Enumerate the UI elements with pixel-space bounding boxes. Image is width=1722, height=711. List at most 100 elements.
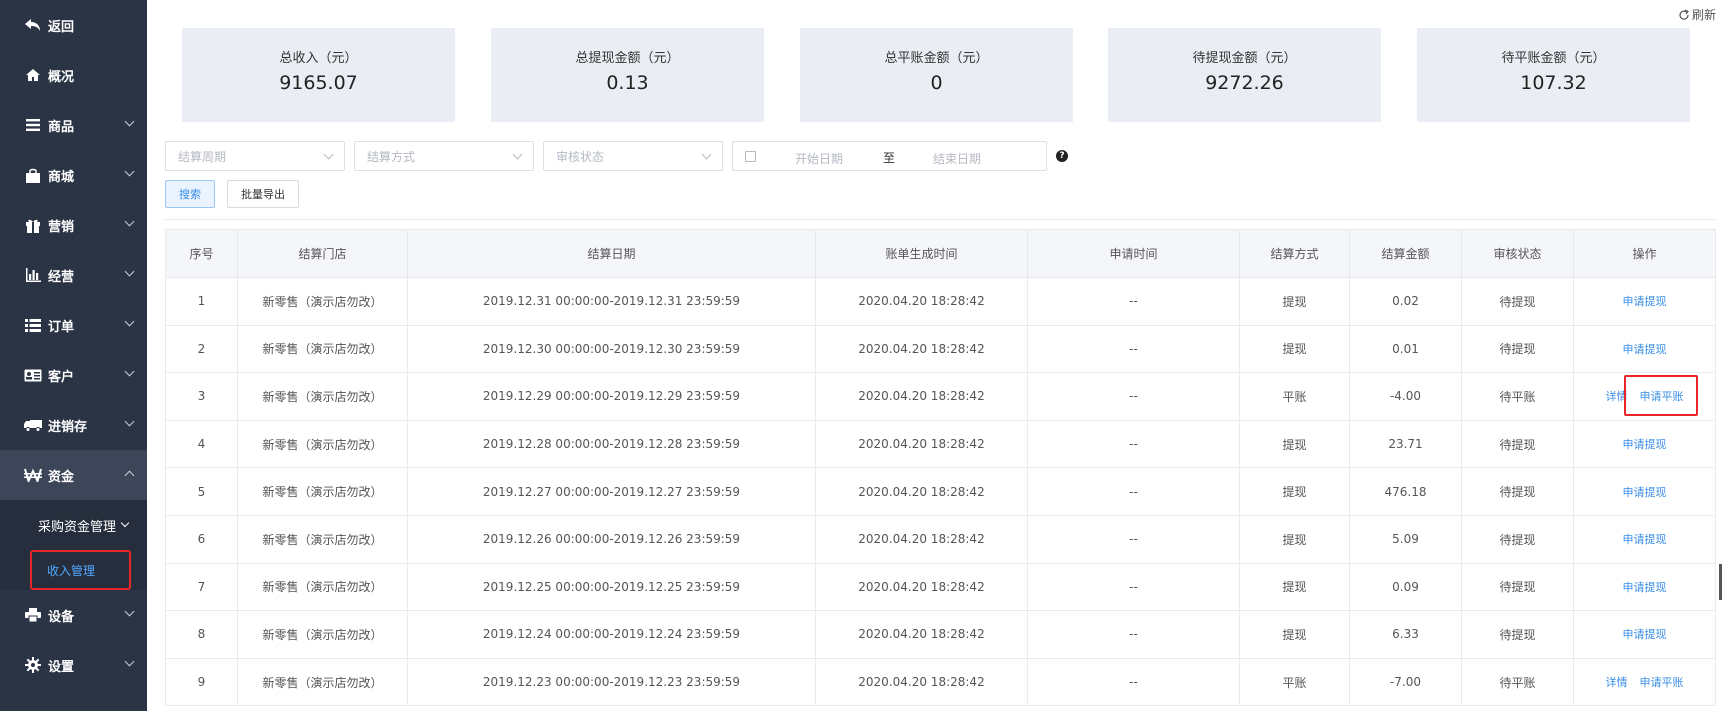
cell-no: 1 [165,277,238,326]
nav-goods[interactable]: 商品 [0,100,147,150]
cell-period: 2019.12.24 00:00:00-2019.12.24 23:59:59 [407,610,816,659]
cell-amount: 0.09 [1349,562,1462,612]
funds-submenu: 采购资金管理 收入管理 [0,500,147,590]
refresh-button[interactable]: 刷新 [1678,6,1716,23]
cell-created: 2020.04.20 18:28:42 [815,372,1028,421]
nav-settings[interactable]: 设置 [0,640,147,690]
nav-marketing-label: 营销 [48,219,75,235]
cell-amount: 476.18 [1349,467,1462,516]
cell-store: 新零售（演示店勿改） [237,467,408,516]
settlement-period-select[interactable]: 结算周期 [165,141,345,171]
nav-devices[interactable]: 设备 [0,590,147,640]
truck-icon [22,417,44,433]
date-range-picker[interactable]: 开始日期 至 结束日期 [732,141,1047,171]
column-header: 审核状态 [1461,229,1574,278]
table-row: 5 新零售（演示店勿改） 2019.12.27 00:00:00-2019.12… [165,467,1716,516]
apply-withdraw-link[interactable]: 申请提现 [1623,295,1667,308]
cell-store: 新零售（演示店勿改） [237,657,408,707]
nav-overview-label: 概况 [48,69,75,85]
cell-actions: 申请提现 [1573,514,1716,564]
nav-mall[interactable]: 商城 [0,150,147,200]
detail-link[interactable]: 详情 [1606,390,1628,403]
cell-amount: -7.00 [1349,657,1462,707]
table-row: 3 新零售（演示店勿改） 2019.12.29 00:00:00-2019.12… [165,372,1716,421]
cell-applied: -- [1027,277,1240,326]
audit-status-select[interactable]: 审核状态 [543,141,723,171]
nav-overview[interactable]: 概况 [0,50,147,100]
cell-method: 平账 [1239,372,1350,421]
cell-created: 2020.04.20 18:28:42 [815,467,1028,516]
table-row: 9 新零售（演示店勿改） 2019.12.23 00:00:00-2019.12… [165,657,1716,707]
settlement-method-placeholder: 结算方式 [367,149,416,164]
table-header-row: 序号 结算门店 结算日期 账单生成时间 申请时间 结算方式 结算金额 审核状态 … [165,229,1716,278]
cell-applied: -- [1027,610,1240,659]
nav-business-label: 经营 [48,269,75,285]
nav-orders[interactable]: 订单 [0,300,147,350]
apply-withdraw-link[interactable]: 申请提现 [1623,581,1667,594]
stat-value: 0 [930,72,943,94]
cell-no: 3 [165,372,238,421]
cell-store: 新零售（演示店勿改） [237,562,408,612]
cell-method: 提现 [1239,277,1350,326]
cell-no: 6 [165,514,238,564]
nav-customers-label: 客户 [48,369,75,385]
cell-status: 待提现 [1461,610,1574,659]
cell-created: 2020.04.20 18:28:42 [815,610,1028,659]
id-card-icon [22,367,44,383]
end-date-input[interactable]: 结束日期 [933,150,981,167]
calendar-icon [745,151,756,162]
apply-settle-link[interactable]: 申请平账 [1640,676,1684,689]
cell-applied: -- [1027,514,1240,564]
nav-devices-label: 设备 [48,609,75,625]
batch-export-button[interactable]: 批量导出 [227,180,299,208]
chevron-down-icon [124,416,135,427]
nav-marketing[interactable]: 营销 [0,200,147,250]
nav-inventory[interactable]: 进销存 [0,400,147,450]
apply-withdraw-link[interactable]: 申请提现 [1623,628,1667,641]
apply-withdraw-link[interactable]: 申请提现 [1623,533,1667,546]
chevron-down-icon [124,656,135,667]
stat-value: 0.13 [606,72,649,94]
cell-period: 2019.12.30 00:00:00-2019.12.30 23:59:59 [407,324,816,374]
cell-created: 2020.04.20 18:28:42 [815,419,1028,469]
nav-business[interactable]: 经营 [0,250,147,300]
cell-created: 2020.04.20 18:28:42 [815,562,1028,612]
cell-amount: -4.00 [1349,372,1462,421]
apply-settle-link[interactable]: 申请平账 [1640,390,1684,403]
apply-withdraw-link[interactable]: 申请提现 [1623,343,1667,356]
submenu-income-management[interactable]: 收入管理 [0,550,147,590]
nav-customers[interactable]: 客户 [0,350,147,400]
cell-method: 平账 [1239,657,1350,707]
nav-funds[interactable]: 资金 [0,450,147,500]
won-sign-icon [22,467,44,483]
cell-actions: 申请提现 [1573,610,1716,659]
cell-method: 提现 [1239,467,1350,516]
date-range-separator: 至 [883,151,896,165]
cell-actions: 申请提现 [1573,277,1716,326]
chevron-down-icon [124,216,135,227]
nav-back[interactable]: 返回 [0,0,147,50]
help-icon[interactable]: ? [1056,150,1068,162]
cell-store: 新零售（演示店勿改） [237,419,408,469]
settlement-period-placeholder: 结算周期 [178,149,227,164]
cell-no: 9 [165,657,238,707]
stat-label: 待提现金额（元） [1192,51,1297,66]
cell-store: 新零售（演示店勿改） [237,514,408,564]
table-row: 8 新零售（演示店勿改） 2019.12.24 00:00:00-2019.12… [165,610,1716,659]
cell-actions: 申请提现 [1573,467,1716,516]
cell-status: 待平账 [1461,372,1574,421]
cell-applied: -- [1027,657,1240,707]
column-header: 结算金额 [1349,229,1462,278]
start-date-input[interactable]: 开始日期 [795,150,843,167]
main-content: 刷新 总收入（元） 9165.07 总提现金额（元） 0.13 总平账金额（元）… [147,0,1722,711]
apply-withdraw-link[interactable]: 申请提现 [1623,486,1667,499]
stat-pending-settlement: 待平账金额（元） 107.32 [1417,28,1690,122]
search-button[interactable]: 搜索 [165,180,215,208]
submenu-purchase-funds[interactable]: 采购资金管理 [0,500,147,550]
cell-status: 待提现 [1461,419,1574,469]
cell-method: 提现 [1239,610,1350,659]
settlement-method-select[interactable]: 结算方式 [354,141,534,171]
detail-link[interactable]: 详情 [1606,676,1628,689]
apply-withdraw-link[interactable]: 申请提现 [1623,438,1667,451]
cell-method: 提现 [1239,324,1350,374]
